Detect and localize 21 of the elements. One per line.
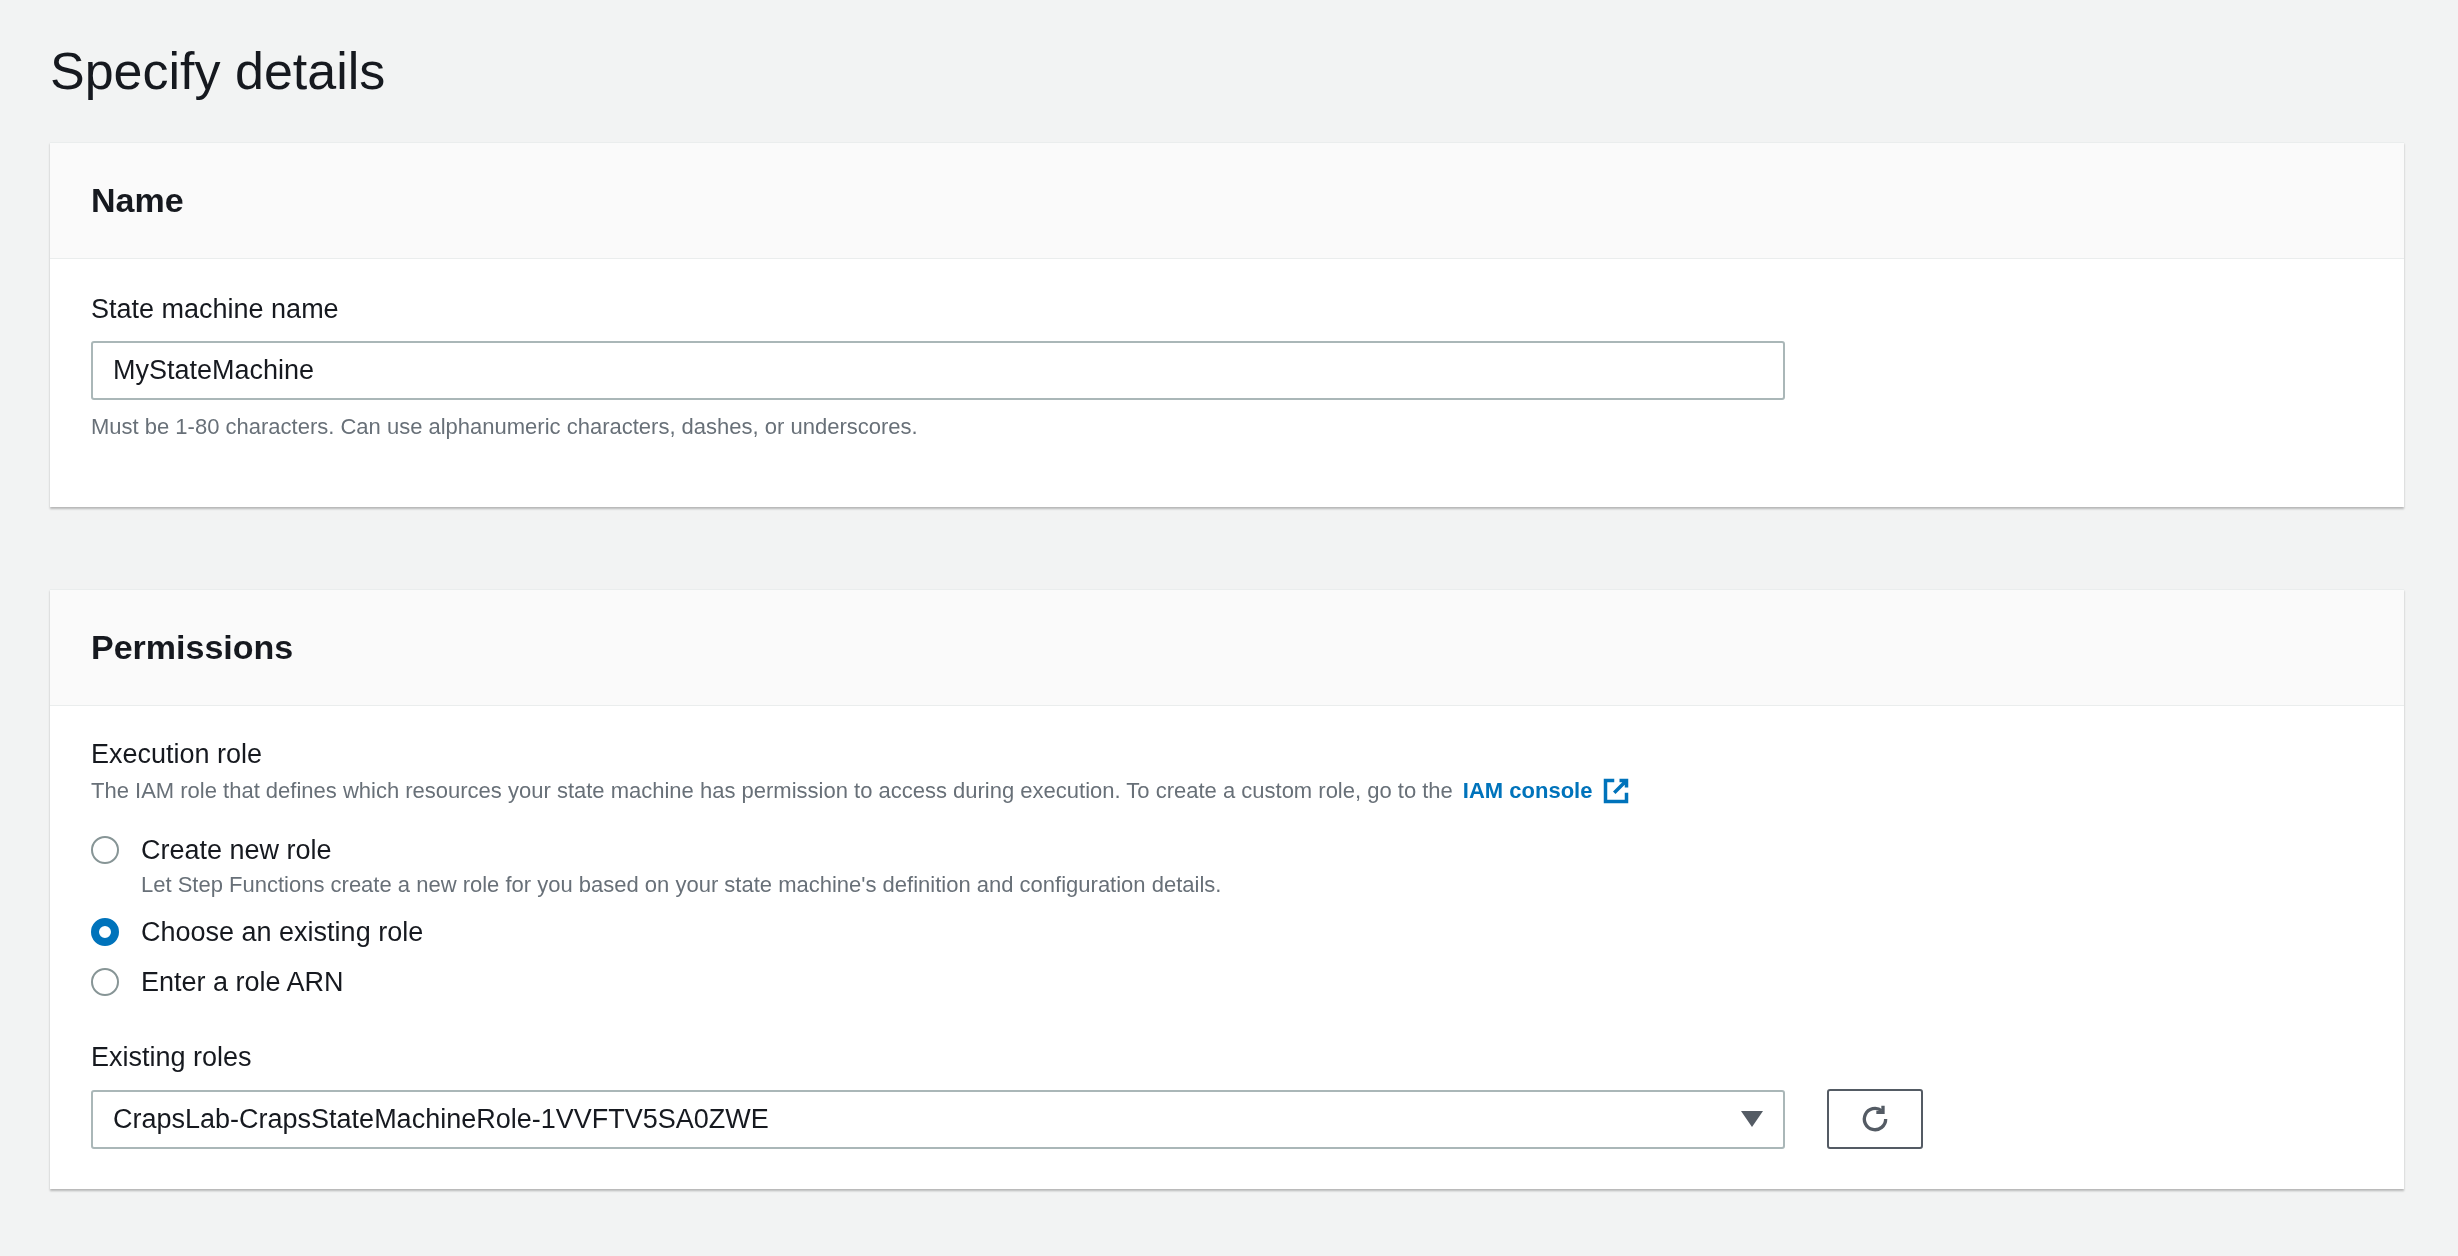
radio-button[interactable] [91, 918, 119, 946]
section-title: Name [91, 180, 184, 221]
field-description: The IAM role that defines which resources your state machine has permission to access during execution. To create a custom role, go to the [91, 777, 1453, 805]
external-link-icon [1602, 776, 1631, 805]
field-label: Existing roles [91, 1041, 253, 1074]
page-title: Specify details [50, 41, 387, 102]
section-title: Permissions [91, 627, 294, 668]
radio-label: Choose an existing role [141, 916, 424, 949]
iam-console-link[interactable]: IAM console [1462, 774, 1593, 807]
field-label: Execution role [91, 738, 264, 771]
radio-button[interactable] [91, 968, 119, 996]
refresh-button[interactable] [1827, 1089, 1923, 1149]
caret-icon [1741, 1111, 1763, 1127]
radio-button[interactable] [91, 836, 119, 864]
field-hint: Must be 1-80 characters. Can use alphanumeric characters, dashes, or underscores. [91, 413, 919, 441]
radio-label: Create new role [141, 834, 333, 867]
field-label: State machine name [91, 293, 340, 326]
radio-description: Let Step Functions create a new role for you based on your state machine's definition and configuration details. [141, 871, 1222, 899]
roles-select[interactable]: CrapsLab-CrapsStateMachineRole-1VVFTV5SA0ZWE [91, 1089, 1785, 1149]
radio-label: Enter a role ARN [141, 966, 344, 999]
name-input-field[interactable]: MyStateMachine [91, 341, 1785, 400]
